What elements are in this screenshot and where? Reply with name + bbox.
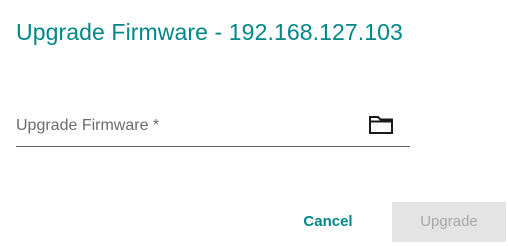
- upgrade-firmware-dialog: Upgrade Firmware - 192.168.127.103 Upgra…: [0, 0, 508, 246]
- folder-icon[interactable]: [368, 114, 394, 136]
- firmware-file-field[interactable]: Upgrade Firmware *: [16, 110, 410, 147]
- firmware-file-label: Upgrade Firmware *: [16, 117, 160, 134]
- cancel-button[interactable]: Cancel: [284, 202, 372, 242]
- upgrade-button[interactable]: Upgrade: [392, 202, 506, 242]
- dialog-title: Upgrade Firmware - 192.168.127.103: [16, 19, 403, 45]
